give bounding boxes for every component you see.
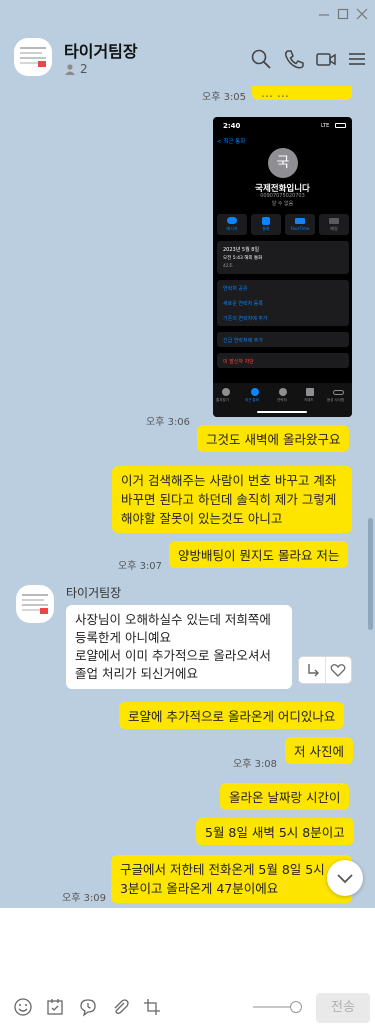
photo-status-right: LTE	[321, 123, 330, 129]
photo-block: 이 발신자 차단	[217, 353, 349, 368]
video-icon	[295, 218, 305, 224]
photo-caller-sub: 알 수 없음	[271, 201, 294, 207]
video-call-icon[interactable]	[315, 48, 337, 70]
battery-icon	[335, 123, 346, 128]
member-count-value: 2	[80, 62, 88, 76]
sender-name: 타이거팀장	[66, 586, 122, 600]
menu-icon[interactable]	[346, 48, 368, 70]
other-message-bubble[interactable]: 사장님이 오해하실수 있는데 저희쪽에 등록한게 아니예요 로얄에서 이미 추가…	[66, 605, 292, 689]
share-icon[interactable]	[303, 661, 323, 679]
my-message-bubble[interactable]: ... ...	[252, 86, 352, 100]
photo-action-mail: 메일	[319, 214, 349, 235]
mail-icon	[329, 218, 339, 224]
my-message-bubble[interactable]: 5월 8일 새벽 5시 8분이고	[196, 818, 354, 845]
chat-area[interactable]: 오후 3:05 ... ... 2:40 LTE < 최근 통화 국 국제전화입…	[0, 86, 375, 908]
photo-menu-item: 연락처 공유	[223, 286, 248, 292]
slider-handle[interactable]	[290, 1001, 302, 1013]
photo-action-message: 메시지	[217, 214, 247, 235]
heart-icon[interactable]	[328, 661, 348, 679]
voicemail-icon	[333, 390, 344, 395]
photo-back-label: < 최근 통화	[217, 139, 246, 145]
photo-duration: 42초	[223, 264, 233, 269]
message-time: 오후 3:05	[202, 92, 247, 103]
divider	[325, 657, 326, 683]
minimize-icon[interactable]	[316, 6, 332, 22]
crop-icon[interactable]	[142, 997, 162, 1017]
my-message-bubble[interactable]: 로얄에 추가적으로 올라온게 어디있나요	[119, 702, 345, 729]
photo-action-call: 통화	[251, 214, 281, 235]
call-icon[interactable]	[283, 48, 305, 70]
photo-tab-label: 키패드	[304, 398, 314, 402]
my-message-bubble[interactable]: 구글에서 저한테 전화온게 5월 8일 5시 3분이고 올라온게 47분이에요	[111, 855, 352, 903]
input-area: 전송	[0, 908, 375, 1026]
my-message-bubble[interactable]: 그것도 새벽에 올라왔구요	[197, 425, 350, 452]
chat-header: 타이거팀장 2	[0, 28, 375, 86]
photo-menu-item: 새로운 연락처 등록	[223, 301, 263, 307]
contacts-icon	[279, 388, 287, 396]
scrollbar[interactable]	[368, 518, 373, 630]
keypad-icon	[306, 388, 314, 396]
photo-call-line: 오전 5:43 해외 통화	[223, 256, 263, 261]
photo-action-label: 메일	[330, 226, 338, 231]
photo-action-facetime: FaceTime	[285, 214, 315, 235]
chevron-down-icon	[337, 874, 353, 884]
star-icon	[222, 388, 230, 396]
maximize-icon[interactable]	[335, 6, 351, 22]
photo-tab-label: 음성 사서함	[327, 398, 345, 402]
attach-icon[interactable]	[110, 997, 130, 1017]
photo-menu-item: 기존의 연락처에 추가	[223, 316, 268, 322]
message-input[interactable]	[10, 916, 365, 984]
emoticon-icon[interactable]	[13, 997, 33, 1017]
photo-action-label: 메시지	[226, 226, 238, 231]
shared-photo[interactable]: 2:40 LTE < 최근 통화 국 국제전화입니다 0090707502070…	[213, 117, 352, 417]
send-button[interactable]: 전송	[316, 993, 370, 1023]
sender-avatar[interactable]	[16, 585, 54, 623]
photo-block-item: 이 발신자 차단	[223, 359, 254, 365]
photo-date: 2023년 5월 8일	[223, 247, 260, 253]
message-time: 오후 3:06	[146, 417, 191, 428]
my-message-bubble[interactable]: 올라온 날짜랑 시간이	[220, 783, 350, 810]
close-icon[interactable]	[354, 6, 370, 22]
photo-caller-number: 00907075020703	[260, 193, 305, 199]
photo-menu: 연락처 공유 새로운 연락처 등록 기존의 연락처에 추가	[217, 280, 349, 326]
photo-emergency: 긴급 연락처에 추가	[217, 332, 349, 347]
message-time: 오후 3:07	[118, 561, 163, 572]
window-controls	[0, 0, 375, 28]
home-indicator	[257, 411, 307, 413]
my-message-bubble[interactable]: 이거 검색해주는 사람이 번호 바꾸고 계좌 바꾸면 된다고 하던데 솔직히 제…	[112, 466, 352, 533]
bubble-icon[interactable]	[78, 997, 98, 1017]
photo-tab-label: 연락처	[277, 398, 287, 402]
photo-tabbar: 즐겨찾기 최근 통화 연락처 키패드 음성 사서함	[213, 383, 352, 417]
message-time: 오후 3:08	[233, 759, 278, 770]
member-count[interactable]: 2	[64, 62, 88, 76]
my-message-bubble[interactable]: 양방배팅이 뭔지도 몰라요 저는	[169, 541, 349, 568]
phone-icon	[262, 217, 270, 225]
photo-tab-label: 즐겨찾기	[216, 398, 229, 402]
photo-action-label: FaceTime	[290, 226, 310, 231]
photo-status-time: 2:40	[223, 122, 241, 130]
avatar[interactable]	[14, 38, 52, 76]
message-icon	[227, 217, 237, 224]
photo-avatar: 국	[268, 148, 298, 178]
scroll-to-bottom-button[interactable]	[327, 860, 363, 896]
photo-emergency-item: 긴급 연락처에 추가	[223, 338, 263, 344]
clock-icon	[251, 388, 259, 396]
reaction-bar	[299, 657, 351, 683]
photo-call-details: 2023년 5월 8일 오전 5:43 해외 통화 42초	[217, 241, 349, 274]
calendar-icon[interactable]	[45, 997, 65, 1017]
photo-tab-label: 최근 통화	[245, 398, 259, 402]
person-icon	[65, 64, 75, 75]
my-message-bubble[interactable]: 저 사진에	[285, 737, 353, 764]
message-time: 오후 3:09	[62, 893, 107, 904]
search-icon[interactable]	[250, 48, 272, 70]
photo-action-label: 통화	[262, 226, 270, 231]
chat-title: 타이거팀장	[64, 42, 138, 61]
